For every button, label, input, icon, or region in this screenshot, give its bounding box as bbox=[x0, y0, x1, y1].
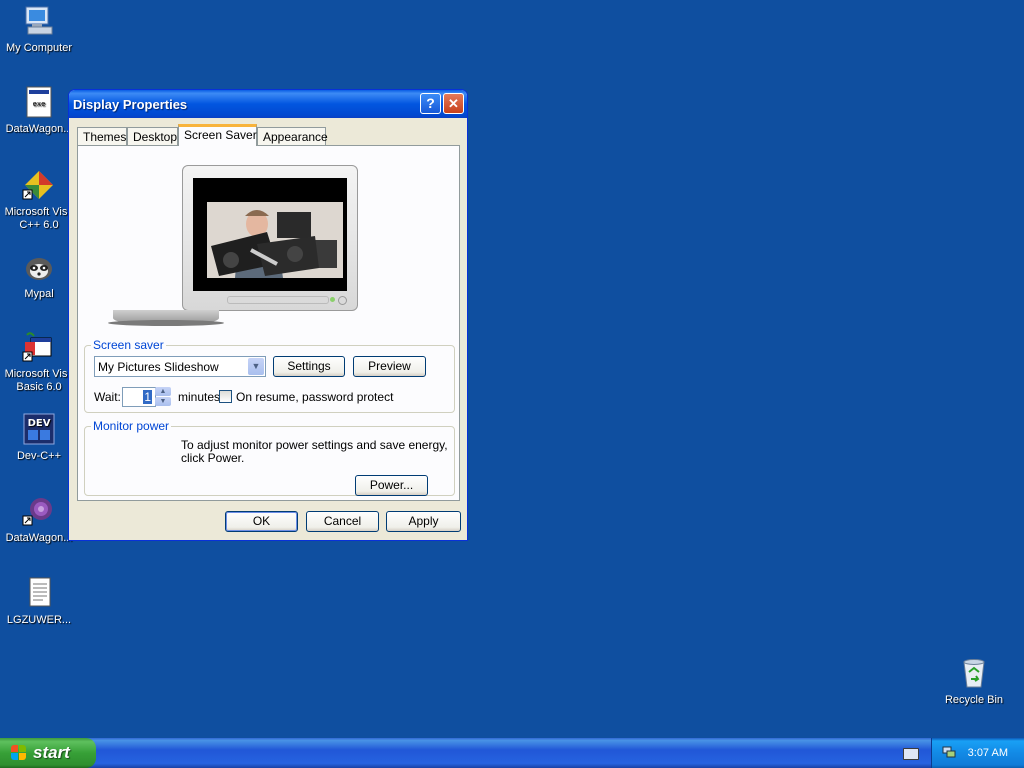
svg-text:exe: exe bbox=[33, 100, 46, 108]
tab-themes[interactable]: Themes bbox=[77, 127, 127, 145]
screen-saver-group-label: Screen saver bbox=[91, 338, 166, 352]
display-properties-dialog: Display Properties ? ✕ Themes Desktop Sc… bbox=[68, 89, 468, 541]
chevron-down-icon[interactable]: ▼ bbox=[248, 358, 264, 375]
close-button[interactable]: ✕ bbox=[443, 93, 464, 114]
cancel-button[interactable]: Cancel bbox=[306, 511, 379, 532]
computer-icon bbox=[22, 4, 56, 38]
screen-saver-panel: Screen saver My Pictures Slideshow ▼ Set… bbox=[77, 145, 460, 501]
desktop-icon-label: My Computer bbox=[5, 42, 73, 54]
taskbar: start 3:07 AM bbox=[0, 738, 1024, 768]
wait-value: 1 bbox=[143, 390, 152, 404]
apply-button[interactable]: Apply bbox=[386, 511, 461, 532]
password-protect-label: On resume, password protect bbox=[236, 390, 394, 404]
exe-file-icon: exe bbox=[22, 85, 56, 119]
monitor-button-icon bbox=[338, 296, 347, 305]
minutes-label: minutes bbox=[178, 390, 221, 404]
spin-up-icon[interactable]: ▲ bbox=[155, 387, 171, 396]
start-button[interactable]: start bbox=[0, 738, 96, 768]
help-button[interactable]: ? bbox=[420, 93, 441, 114]
monitor-stand-base bbox=[108, 320, 224, 326]
wait-spinner[interactable]: ▲ ▼ bbox=[155, 387, 171, 407]
clock[interactable]: 3:07 AM bbox=[968, 747, 1008, 759]
screen-saver-group: Screen saver My Pictures Slideshow ▼ Set… bbox=[84, 338, 455, 413]
datawagon-shortcut-icon bbox=[22, 494, 56, 528]
desktop-icon-label: Recycle Bin bbox=[944, 694, 1004, 706]
preview-screen bbox=[193, 178, 347, 291]
dev-cpp-icon: DEV bbox=[22, 412, 56, 446]
dialog-title: Display Properties bbox=[73, 97, 188, 112]
monitor-power-group-label: Monitor power bbox=[91, 419, 172, 433]
system-tray: 3:07 AM bbox=[931, 738, 1024, 768]
start-label: start bbox=[33, 743, 70, 762]
preview-button[interactable]: Preview bbox=[353, 356, 426, 377]
desktop-icon-lgzuwer[interactable]: LGZUWER... bbox=[0, 576, 79, 627]
screen-saver-selected: My Pictures Slideshow bbox=[98, 360, 219, 374]
settings-button[interactable]: Settings bbox=[273, 356, 345, 377]
text-file-icon bbox=[22, 576, 56, 610]
recycle-bin-icon bbox=[957, 656, 991, 690]
screen-saver-select[interactable]: My Pictures Slideshow ▼ bbox=[94, 356, 266, 377]
power-button[interactable]: Power... bbox=[355, 475, 428, 496]
ok-button[interactable]: OK bbox=[225, 511, 298, 532]
visual-basic-icon bbox=[22, 330, 56, 364]
wait-label: Wait: bbox=[94, 390, 121, 404]
desktop-icon-label: LGZUWER... bbox=[6, 614, 72, 626]
desktop-icon-recycle-bin[interactable]: Recycle Bin bbox=[934, 656, 1014, 707]
power-led-icon bbox=[330, 297, 335, 302]
monitor-power-group: Monitor power To adjust monitor power se… bbox=[84, 419, 455, 496]
desktop-icon-my-computer[interactable]: My Computer bbox=[0, 4, 79, 55]
visual-cpp-icon bbox=[22, 168, 56, 202]
slideshow-photo bbox=[207, 202, 343, 278]
tab-appearance[interactable]: Appearance bbox=[257, 127, 328, 145]
monitor-preview bbox=[182, 165, 358, 311]
spin-down-icon[interactable]: ▼ bbox=[155, 397, 171, 406]
raccoon-browser-icon bbox=[22, 250, 56, 284]
password-protect-checkbox[interactable] bbox=[219, 390, 232, 403]
tab-screen-saver[interactable]: Screen Saver bbox=[178, 124, 257, 146]
title-bar[interactable]: Display Properties ? ✕ bbox=[69, 90, 467, 118]
keyboard-icon[interactable] bbox=[903, 748, 919, 760]
network-icon[interactable] bbox=[942, 745, 956, 759]
wait-input[interactable]: 1 bbox=[122, 387, 156, 407]
svg-text:DEV: DEV bbox=[28, 418, 51, 429]
monitor-power-description: To adjust monitor power settings and sav… bbox=[181, 438, 448, 465]
monitor-bezel-strip bbox=[227, 296, 329, 304]
tab-desktop[interactable]: Desktop bbox=[127, 127, 178, 145]
windows-logo-icon bbox=[11, 745, 27, 761]
